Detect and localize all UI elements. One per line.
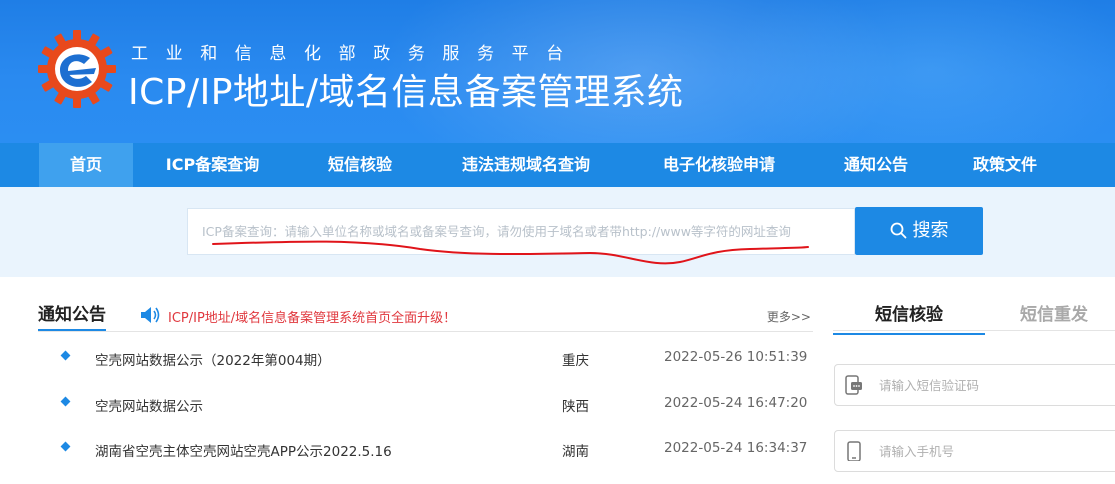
search-input[interactable] [202,209,842,254]
search-button[interactable]: 搜索 [855,207,983,255]
sms-code-input[interactable] [879,365,1109,405]
notice-marquee[interactable]: ICP/IP地址/域名信息备案管理系统首页全面升级！ [168,307,456,326]
notice-row[interactable]: 湖南省空壳主体空壳网站空壳APP公示2022.5.16 湖南 2022-05-2… [38,440,813,484]
nav-item-sms-verify[interactable]: 短信核验 [312,143,408,187]
notice-header: 通知公告 ICP/IP地址/域名信息备案管理系统首页全面升级！ 更多>> [38,300,813,332]
miit-gear-logo-icon[interactable] [38,30,116,108]
tab-sms-verify[interactable]: 短信核验 [833,300,985,335]
tab-sms-resend[interactable]: 短信重发 [993,300,1115,334]
diamond-bullet-icon [60,441,71,452]
notice-row-title[interactable]: 空壳网站数据公示（2022年第004期） [95,349,331,369]
notice-row-region: 重庆 [562,353,589,369]
site-subtitle: 工业和信息化部政务服务平台 [131,44,581,64]
notice-row-title[interactable]: 湖南省空壳主体空壳网站空壳APP公示2022.5.16 [95,440,392,460]
nav-item-notices[interactable]: 通知公告 [829,143,923,187]
nav-item-e-verify[interactable]: 电子化核验申请 [644,143,794,187]
notice-row[interactable]: 空壳网站数据公示（2022年第004期） 重庆 2022-05-26 10:51… [38,349,813,393]
search-band: 搜索 [0,187,1115,277]
phone-input[interactable] [879,431,1109,471]
sms-tabs: 短信核验 短信重发 [833,297,1115,335]
notice-row-time: 2022-05-26 10:51:39 [664,349,808,365]
site-title: ICP/IP地址/域名信息备案管理系统 [128,72,684,113]
site-header: 工业和信息化部政务服务平台 ICP/IP地址/域名信息备案管理系统 [0,0,1115,143]
nav-item-policies[interactable]: 政策文件 [958,143,1052,187]
notice-more-link[interactable]: 更多>> [767,308,811,325]
search-icon [890,222,906,239]
diamond-bullet-icon [60,350,71,361]
notice-row-time: 2022-05-24 16:34:37 [664,440,808,456]
sms-code-field [834,364,1115,406]
sms-message-icon [845,375,862,395]
notice-title: 通知公告 [38,300,106,331]
nav-item-icp-query[interactable]: ICP备案查询 [150,143,275,187]
search-box [187,208,855,255]
nav-item-home[interactable]: 首页 [39,143,133,187]
notice-row[interactable]: 空壳网站数据公示 陕西 2022-05-24 16:47:20 [38,395,813,439]
search-button-label: 搜索 [912,220,949,241]
speaker-icon [141,307,160,323]
nav-item-illegal-domain[interactable]: 违法违规域名查询 [443,143,609,187]
diamond-bullet-icon [60,396,71,407]
notice-row-title[interactable]: 空壳网站数据公示 [95,395,203,415]
notice-row-region: 湖南 [562,444,589,460]
notice-row-region: 陕西 [562,399,589,415]
notice-row-time: 2022-05-24 16:47:20 [664,395,808,411]
phone-icon [847,441,861,461]
main-nav: 首页 ICP备案查询 短信核验 违法违规域名查询 电子化核验申请 通知公告 政策… [0,143,1115,187]
